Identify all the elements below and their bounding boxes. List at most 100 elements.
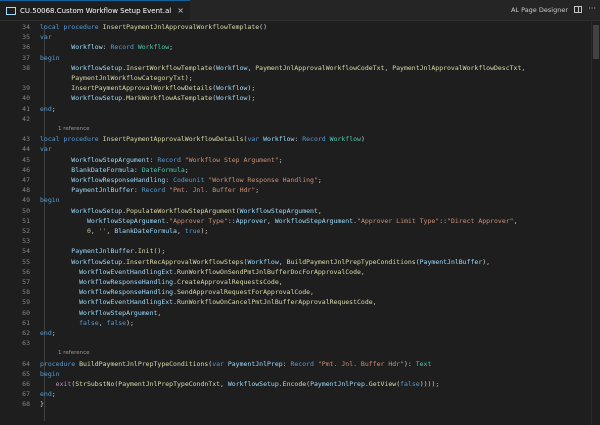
al-page-designer-button[interactable]: AL Page Designer [511, 0, 568, 20]
code-token: ; [317, 176, 322, 184]
code-token: , [176, 227, 185, 235]
code-line[interactable]: 54 PaymentJnlBuffer.Init(); [0, 246, 600, 256]
code-line[interactable]: 34 local procedure InsertPaymentJnlApprov… [0, 22, 600, 32]
code-token: ) [360, 135, 365, 144]
code-line[interactable]: 39 InsertPaymentApprovalWorkflowDetails(… [0, 83, 600, 93]
code-token: ); [247, 94, 256, 103]
code-line[interactable]: 64 procedure BuildPaymentJnlPrepTypeCondi… [0, 359, 600, 369]
code-line[interactable]: 51 WorkflowStepArgument."Approver Type":… [0, 216, 600, 226]
code-token: PaymentJnlApprovalWorkflowCodeTxt [255, 63, 385, 72]
codelens-reference[interactable]: 1 reference [0, 348, 600, 358]
code-line[interactable]: 61 false, false); [0, 318, 600, 328]
code-line[interactable]: 65 begin [0, 369, 600, 379]
code-token: Approver [235, 216, 267, 225]
code-line[interactable]: 60 WorkflowStepArgument, [0, 308, 600, 318]
code-token: :: [227, 216, 236, 225]
code-token: PaymentJnlPrep [310, 380, 365, 388]
codelens-reference[interactable]: 1 reference [0, 124, 600, 134]
code-line[interactable]: 38 WorkflowSetup.InsertWorkflowTemplate(… [0, 63, 600, 73]
code-token: begin [40, 196, 60, 205]
code-token: , [220, 380, 228, 388]
code-line[interactable]: 42 [0, 114, 600, 124]
code-line[interactable]: 35 var [0, 32, 600, 42]
codelens-text[interactable]: 1 reference [58, 124, 90, 134]
vertical-scrollbar[interactable] [591, 21, 600, 425]
code-text: WorkflowResponseHandling.SendApprovalReq… [40, 287, 314, 297]
more-actions-icon[interactable]: ··· [588, 0, 596, 20]
code-line[interactable]: 53 [0, 236, 600, 246]
code-line[interactable]: 66 exit(StrSubstNo(PaymentJnlPrepTypeCon… [0, 379, 600, 389]
code-token: Codeunit [173, 176, 209, 184]
code-line[interactable]: 49 begin [0, 195, 600, 205]
code-line[interactable]: 48 PaymentJnlBuffer: Record "Pmt. Jnl. B… [0, 185, 600, 195]
code-text: exit(StrSubstNo(PaymentJnlPrepTypeCondnT… [40, 379, 440, 389]
code-line[interactable]: 68} [0, 399, 600, 409]
split-editor-icon[interactable] [574, 6, 582, 13]
code-token: PaymentJnlPrepTypeCondnTxt [118, 380, 221, 388]
code-token: begin [40, 53, 60, 62]
code-line[interactable]: 62 end; [0, 328, 600, 338]
code-line[interactable]: 36 Workflow: Record Workflow; [0, 42, 600, 52]
code-line[interactable]: 50 WorkflowSetup.PopulateWorkflowStepArg… [0, 206, 600, 216]
code-line[interactable]: 55 WorkflowSetup.InsertRecApprovalWorkfl… [0, 257, 600, 267]
code-token: Workflow [247, 257, 279, 266]
code-text: 0, '', BlankDateFormula, true); [40, 226, 208, 236]
line-number: 60 [22, 308, 30, 317]
code-token: ; [184, 165, 189, 174]
code-token: SendApprovalRequestForApprovalCode [176, 288, 311, 297]
code-token: var [40, 145, 52, 154]
line-number: 56 [22, 267, 30, 276]
code-text: begin [40, 369, 60, 379]
code-line[interactable]: 59 WorkflowEventHandlingExt.RunWorkflowO… [0, 297, 600, 307]
line-number: 39 [22, 84, 30, 93]
line-number: 68 [22, 400, 30, 409]
code-token: InsertPaymentApprovalWorkflowDetails [102, 135, 244, 144]
code-token: , [267, 216, 275, 225]
codelens-text[interactable]: 1 reference [58, 348, 90, 358]
code-text: } [40, 399, 44, 409]
code-token: (); [153, 247, 166, 256]
code-line[interactable]: 63 [0, 338, 600, 348]
code-line[interactable]: 47 WorkflowResponseHandling: Codeunit "W… [0, 175, 600, 185]
code-token: WorkflowResponseHandling [40, 288, 174, 297]
editor-tab[interactable]: CU.50068.Custom Workflow Setup Event.al … [0, 0, 190, 20]
code-token: WorkflowStepArgument [239, 206, 318, 215]
code-token: () [259, 23, 267, 31]
code-text: WorkflowStepArgument."Approver Type"::Ap… [40, 216, 518, 226]
line-number: 45 [22, 155, 30, 164]
code-line[interactable]: 56 WorkflowEventHandlingExt.RunWorkflowO… [0, 267, 600, 277]
code-token: , [98, 318, 107, 327]
code-line[interactable]: 67 end; [0, 389, 600, 399]
code-token: Record [157, 155, 185, 164]
code-token: BlankDateFormula [114, 227, 177, 235]
code-line[interactable]: 37 begin [0, 53, 600, 63]
code-line[interactable]: PaymentJnlWorkflowCategoryTxt); [0, 73, 600, 83]
code-line[interactable]: 43 local procedure InsertPaymentApprovalW… [0, 134, 600, 144]
code-token: PaymentJnlPrep [227, 359, 283, 368]
code-token: Record [302, 135, 330, 144]
code-token: Encode [282, 380, 307, 388]
code-token: WorkflowSetup [40, 63, 123, 72]
code-token: RunWorkflowOnSendPmtJnlBufferDocForAppro… [176, 267, 361, 276]
code-line[interactable]: 40 WorkflowSetup.MarkWorkflowAsTemplate(… [0, 93, 600, 103]
line-number: 40 [22, 94, 30, 103]
code-token: InsertPaymentJnlApprovalWorkflowTemplate [102, 23, 260, 31]
code-token: , [372, 298, 377, 307]
code-line[interactable]: 57 WorkflowResponseHandling.CreateApprov… [0, 277, 600, 287]
code-token: "Workflow Step Argument" [184, 155, 279, 164]
code-text: false, false); [40, 318, 134, 328]
code-token: "Approver Limit Type" [357, 216, 440, 225]
close-icon[interactable]: × [177, 6, 184, 15]
code-text: end; [40, 389, 56, 399]
line-number: 58 [22, 288, 30, 297]
code-editor[interactable]: 34 local procedure InsertPaymentJnlApprov… [0, 21, 600, 425]
scrollbar-thumb[interactable] [593, 25, 599, 59]
code-token: "Workflow Response Handling" [208, 176, 318, 184]
line-number: 48 [22, 186, 30, 195]
code-line[interactable]: 46 BlankDateFormula: DateFormula; [0, 165, 600, 175]
code-line[interactable]: 41 end; [0, 104, 600, 114]
code-line[interactable]: 45 WorkflowStepArgument: Record "Workflo… [0, 155, 600, 165]
code-line[interactable]: 44 var [0, 144, 600, 154]
code-line[interactable]: 52 0, '', BlankDateFormula, true); [0, 226, 600, 236]
code-line[interactable]: 58 WorkflowResponseHandling.SendApproval… [0, 287, 600, 297]
